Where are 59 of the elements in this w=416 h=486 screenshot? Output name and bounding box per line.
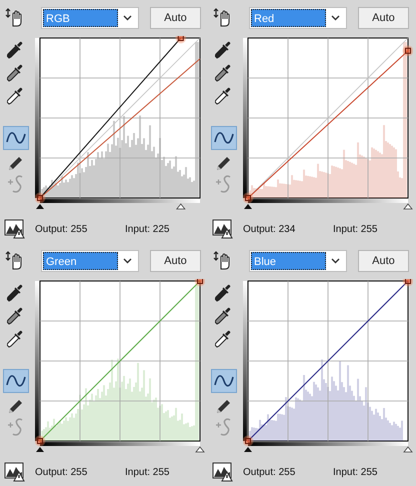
eyedropper-icon[interactable] [7,86,25,106]
output-readout: Output: 255 [35,222,88,236]
eyedropper-icon[interactable] [7,306,25,326]
shadow-slider[interactable] [244,204,252,209]
shadow-slider[interactable] [36,204,44,209]
chevron-down-icon [331,15,340,21]
eyedropper-icon[interactable] [215,329,233,349]
highlight-slider[interactable] [403,203,413,210]
highlight-slider[interactable] [403,446,413,452]
control-point[interactable] [35,436,46,446]
pencil-icon[interactable] [7,397,25,415]
auto-button[interactable]: Auto [150,250,201,272]
auto-button[interactable]: Auto [150,7,201,29]
shadow-slider[interactable] [36,447,44,452]
control-point[interactable] [402,279,413,286]
pencil-icon[interactable] [7,154,25,172]
chevron-down-icon [331,258,340,264]
input-readout: Input: 255 [125,466,170,480]
control-point[interactable] [175,36,186,44]
eyedropper-icon[interactable] [215,283,233,303]
clipping-warning-icon[interactable] [212,219,234,239]
eyedropper-icon[interactable] [7,63,25,83]
pencil-icon[interactable] [215,154,233,172]
control-point[interactable] [194,279,205,286]
output-readout: Output: 255 [35,466,88,480]
eyedropper-icon[interactable] [7,40,25,60]
input-readout: Input: 255 [333,466,378,480]
channel-value: Green [43,252,118,270]
curve-tool-button[interactable] [211,126,237,150]
output-readout: Output: 255 [243,466,296,480]
pencil-icon[interactable] [215,397,233,415]
eyedropper-icon[interactable] [215,63,233,83]
input-readout: Input: 225 [125,222,170,236]
channel-value: RGB [43,9,118,27]
input-readout: Input: 255 [333,222,378,236]
highlight-slider[interactable] [195,446,205,452]
channel-value: Blue [251,252,326,270]
eyedropper-icon[interactable] [215,86,233,106]
shadow-slider[interactable] [244,447,252,452]
control-point[interactable] [243,192,254,204]
control-point[interactable] [402,45,413,56]
control-point[interactable] [35,192,46,204]
eyedropper-icon[interactable] [7,283,25,303]
chevron-down-icon [123,15,132,21]
eyedropper-icon[interactable] [215,306,233,326]
curve-tool-button[interactable] [211,369,237,393]
chevron-down-icon [123,258,132,264]
auto-button[interactable]: Auto [358,250,409,272]
output-readout: Output: 234 [243,222,296,236]
clipping-warning-icon[interactable] [4,462,26,482]
auto-button[interactable]: Auto [358,7,409,29]
eyedropper-icon[interactable] [7,329,25,349]
control-point[interactable] [243,436,254,446]
channel-value: Red [251,9,326,27]
curve-tool-button[interactable] [3,369,29,393]
clipping-warning-icon[interactable] [4,219,26,239]
curve-tool-button[interactable] [3,126,29,150]
clipping-warning-icon[interactable] [212,462,234,482]
eyedropper-icon[interactable] [215,40,233,60]
